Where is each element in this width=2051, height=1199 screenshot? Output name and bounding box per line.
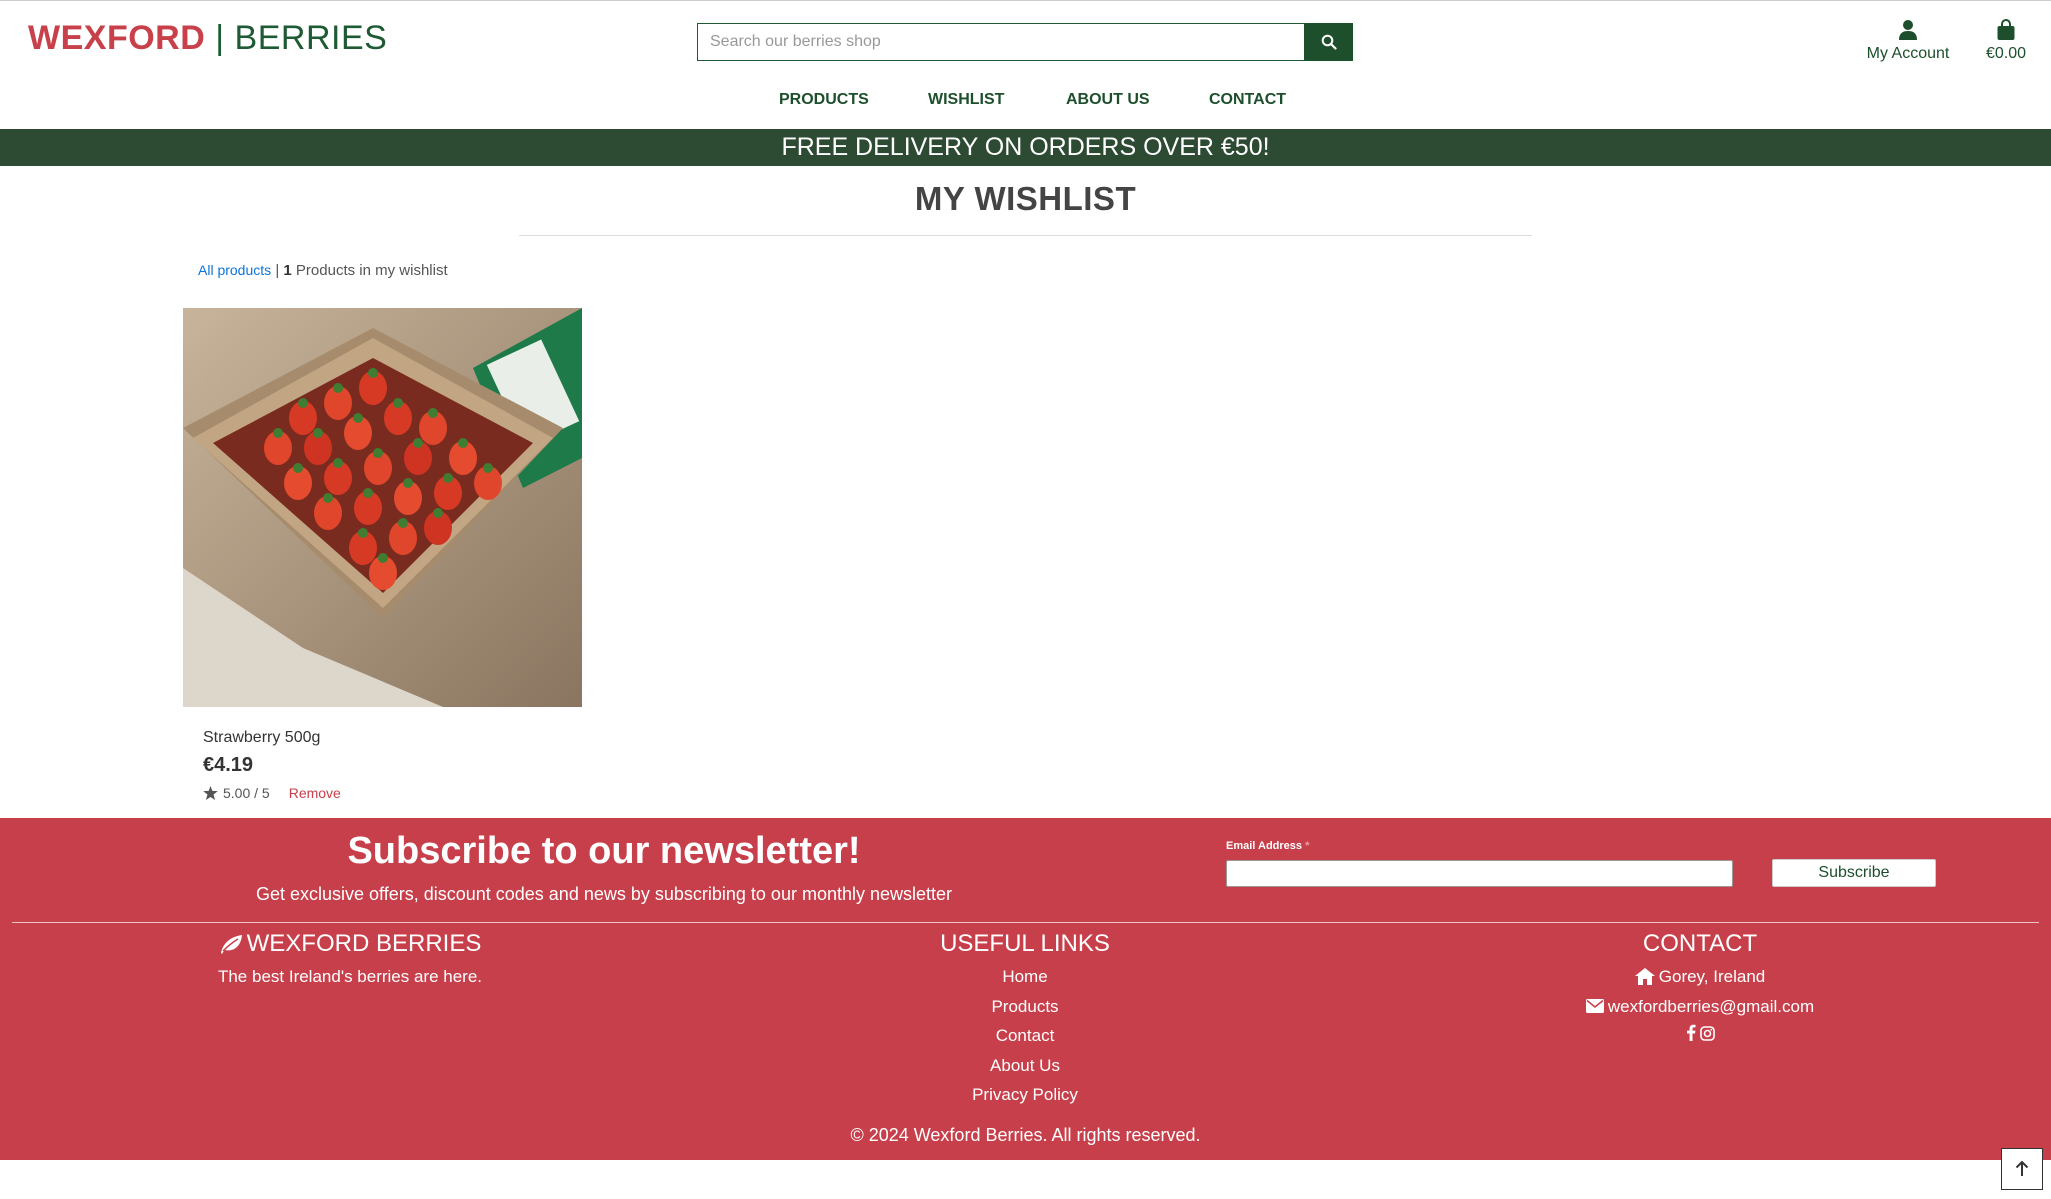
search-form — [697, 23, 1353, 61]
contact-heading: CONTACT — [1642, 930, 1758, 957]
envelope-icon — [1585, 999, 1604, 1014]
footer-brand-title: WEXFORD BERRIES — [246, 930, 482, 957]
wishlist-count-label: Products in my wishlist — [295, 262, 448, 279]
nav-products[interactable]: PRODUCTS — [779, 91, 869, 109]
newsletter-subtitle: Get exclusive offers, discount codes and… — [255, 884, 953, 904]
my-account-label: My Account — [1866, 45, 1950, 62]
shopping-bag-icon — [1997, 19, 2015, 40]
home-icon — [1634, 968, 1655, 986]
copyright-text: © 2024 Wexford Berries. All rights reser… — [850, 1125, 1201, 1145]
title-divider — [519, 235, 1532, 236]
search-input[interactable] — [697, 23, 1304, 61]
footer-link-products[interactable]: Products — [991, 992, 1058, 1022]
newsletter-email-input[interactable] — [1226, 860, 1733, 887]
facebook-icon — [1686, 1024, 1695, 1041]
instagram-icon — [1699, 1026, 1715, 1041]
site-footer: Subscribe to our newsletter! Get exclusi… — [0, 818, 2051, 1160]
contact-email-row: wexfordberries@gmail.com — [1500, 992, 1900, 1022]
cart-total: €0.00 — [1985, 45, 2027, 62]
leaf-icon — [220, 935, 242, 954]
arrow-up-icon — [2015, 1161, 2029, 1176]
contact-location: Gorey, Ireland — [1658, 967, 1766, 986]
wishlist-count: 1 — [283, 262, 292, 279]
footer-brand-column: WEXFORD BERRIES The best Ireland's berri… — [150, 930, 550, 992]
instagram-link[interactable] — [1699, 1021, 1715, 1051]
back-to-top-button[interactable] — [2001, 1148, 2043, 1190]
email-label: Email Address * — [1226, 840, 1309, 852]
footer-brand-tagline: The best Ireland's berries are here. — [217, 967, 483, 986]
facebook-link[interactable] — [1686, 1021, 1696, 1051]
delivery-banner: FREE DELIVERY ON ORDERS OVER €50! — [0, 129, 2051, 166]
useful-links-heading: USEFUL LINKS — [940, 930, 1110, 957]
required-asterisk: * — [1305, 840, 1310, 852]
site-header: WEXFORD | BERRIES My Account €0.00 PRODU… — [0, 0, 2051, 129]
main-nav: PRODUCTS WISHLIST ABOUT US CONTACT — [0, 91, 2051, 113]
product-name[interactable]: Strawberry 500g — [203, 729, 320, 747]
product-meta: 5.00 / 5 Remove — [203, 785, 341, 801]
footer-link-about-us[interactable]: About Us — [990, 1051, 1060, 1081]
subscribe-button[interactable]: Subscribe — [1772, 859, 1936, 887]
contact-email-link[interactable]: wexfordberries@gmail.com — [1608, 992, 1814, 1022]
footer-link-privacy-policy[interactable]: Privacy Policy — [972, 1080, 1078, 1110]
user-icon — [1899, 20, 1917, 40]
breadcrumb-separator: | — [275, 262, 280, 279]
search-icon — [1321, 34, 1337, 50]
all-products-link[interactable]: All products — [198, 262, 271, 278]
brand-logo[interactable]: WEXFORD | BERRIES — [28, 19, 387, 58]
star-icon — [203, 786, 218, 800]
product-image[interactable] — [183, 308, 582, 707]
footer-link-contact[interactable]: Contact — [996, 1021, 1055, 1051]
brand-logo-wexford: WEXFORD — [28, 19, 206, 57]
footer-links-column: USEFUL LINKS Home Products Contact About… — [850, 930, 1200, 1110]
brand-logo-berries: BERRIES — [234, 19, 388, 57]
nav-contact[interactable]: CONTACT — [1209, 91, 1286, 109]
contact-location-row: Gorey, Ireland — [1500, 962, 1900, 992]
my-account-link[interactable]: My Account — [1848, 19, 1968, 63]
nav-about-us[interactable]: ABOUT US — [1066, 91, 1150, 109]
strawberry-box-photo — [183, 308, 582, 707]
brand-logo-separator: | — [215, 19, 225, 57]
breadcrumb: All products | 1 Products in my wishlist — [198, 262, 448, 279]
footer-contact-column: CONTACT Gorey, Ireland wexfordberries@gm… — [1500, 930, 1900, 1051]
footer-divider — [12, 922, 2039, 923]
footer-brand-heading: WEXFORD BERRIES — [150, 930, 550, 958]
product-price: €4.19 — [203, 754, 254, 776]
cart-link[interactable]: €0.00 — [1976, 19, 2036, 63]
newsletter-title: Subscribe to our newsletter! — [347, 830, 861, 872]
footer-link-home[interactable]: Home — [1002, 962, 1047, 992]
page-title: MY WISHLIST — [914, 180, 1137, 217]
product-rating: 5.00 / 5 — [223, 785, 270, 801]
email-label-text: Email Address — [1226, 840, 1303, 852]
nav-wishlist[interactable]: WISHLIST — [928, 91, 1004, 109]
social-links — [1500, 1021, 1900, 1051]
search-button[interactable] — [1304, 23, 1353, 61]
remove-from-wishlist-link[interactable]: Remove — [289, 785, 341, 801]
